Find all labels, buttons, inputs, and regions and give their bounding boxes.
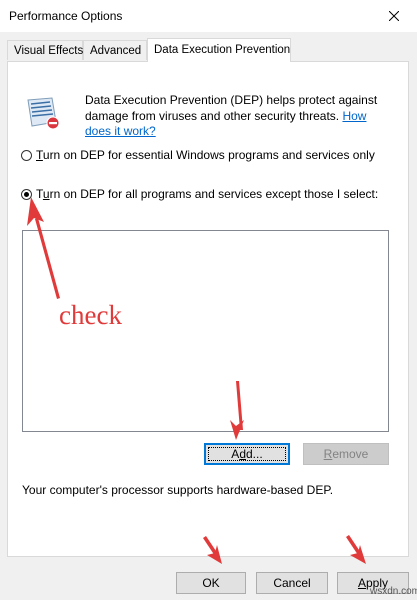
tab-data-execution-prevention[interactable]: Data Execution Prevention — [147, 38, 291, 62]
radio-all-except-selected[interactable]: Turn on DEP for all programs and service… — [21, 187, 378, 201]
watermark: wsxdn.com — [370, 586, 417, 597]
dep-shield-icon — [27, 97, 60, 130]
remove-button[interactable]: Remove — [303, 443, 389, 465]
title-bar: Performance Options — [0, 0, 417, 32]
radio-essential-only-indicator[interactable] — [21, 149, 32, 161]
radio-essential-only-label: Turn on DEP for essential Windows progra… — [36, 148, 375, 162]
processor-support-text: Your computer's processor supports hardw… — [22, 483, 334, 497]
radio-all-except-selected-indicator[interactable] — [21, 188, 32, 200]
excluded-programs-list[interactable] — [22, 230, 389, 432]
radio-all-except-selected-label: Turn on DEP for all programs and service… — [36, 187, 379, 201]
window-title: Performance Options — [9, 9, 123, 23]
performance-options-window: Performance Options Visual Effects Advan… — [0, 0, 417, 600]
cancel-button[interactable]: Cancel — [256, 572, 328, 594]
close-button[interactable] — [371, 0, 417, 32]
add-button[interactable]: Add... — [204, 443, 290, 465]
dep-description-text: Data Execution Prevention (DEP) helps pr… — [85, 93, 378, 123]
close-icon — [389, 11, 399, 21]
radio-essential-only[interactable]: Turn on DEP for essential Windows progra… — [21, 148, 375, 162]
dep-description: Data Execution Prevention (DEP) helps pr… — [85, 93, 385, 140]
check-annotation: check — [59, 300, 122, 330]
tab-advanced[interactable]: Advanced — [83, 40, 147, 60]
tab-visual-effects[interactable]: Visual Effects — [7, 40, 83, 60]
ok-button[interactable]: OK — [176, 572, 246, 594]
